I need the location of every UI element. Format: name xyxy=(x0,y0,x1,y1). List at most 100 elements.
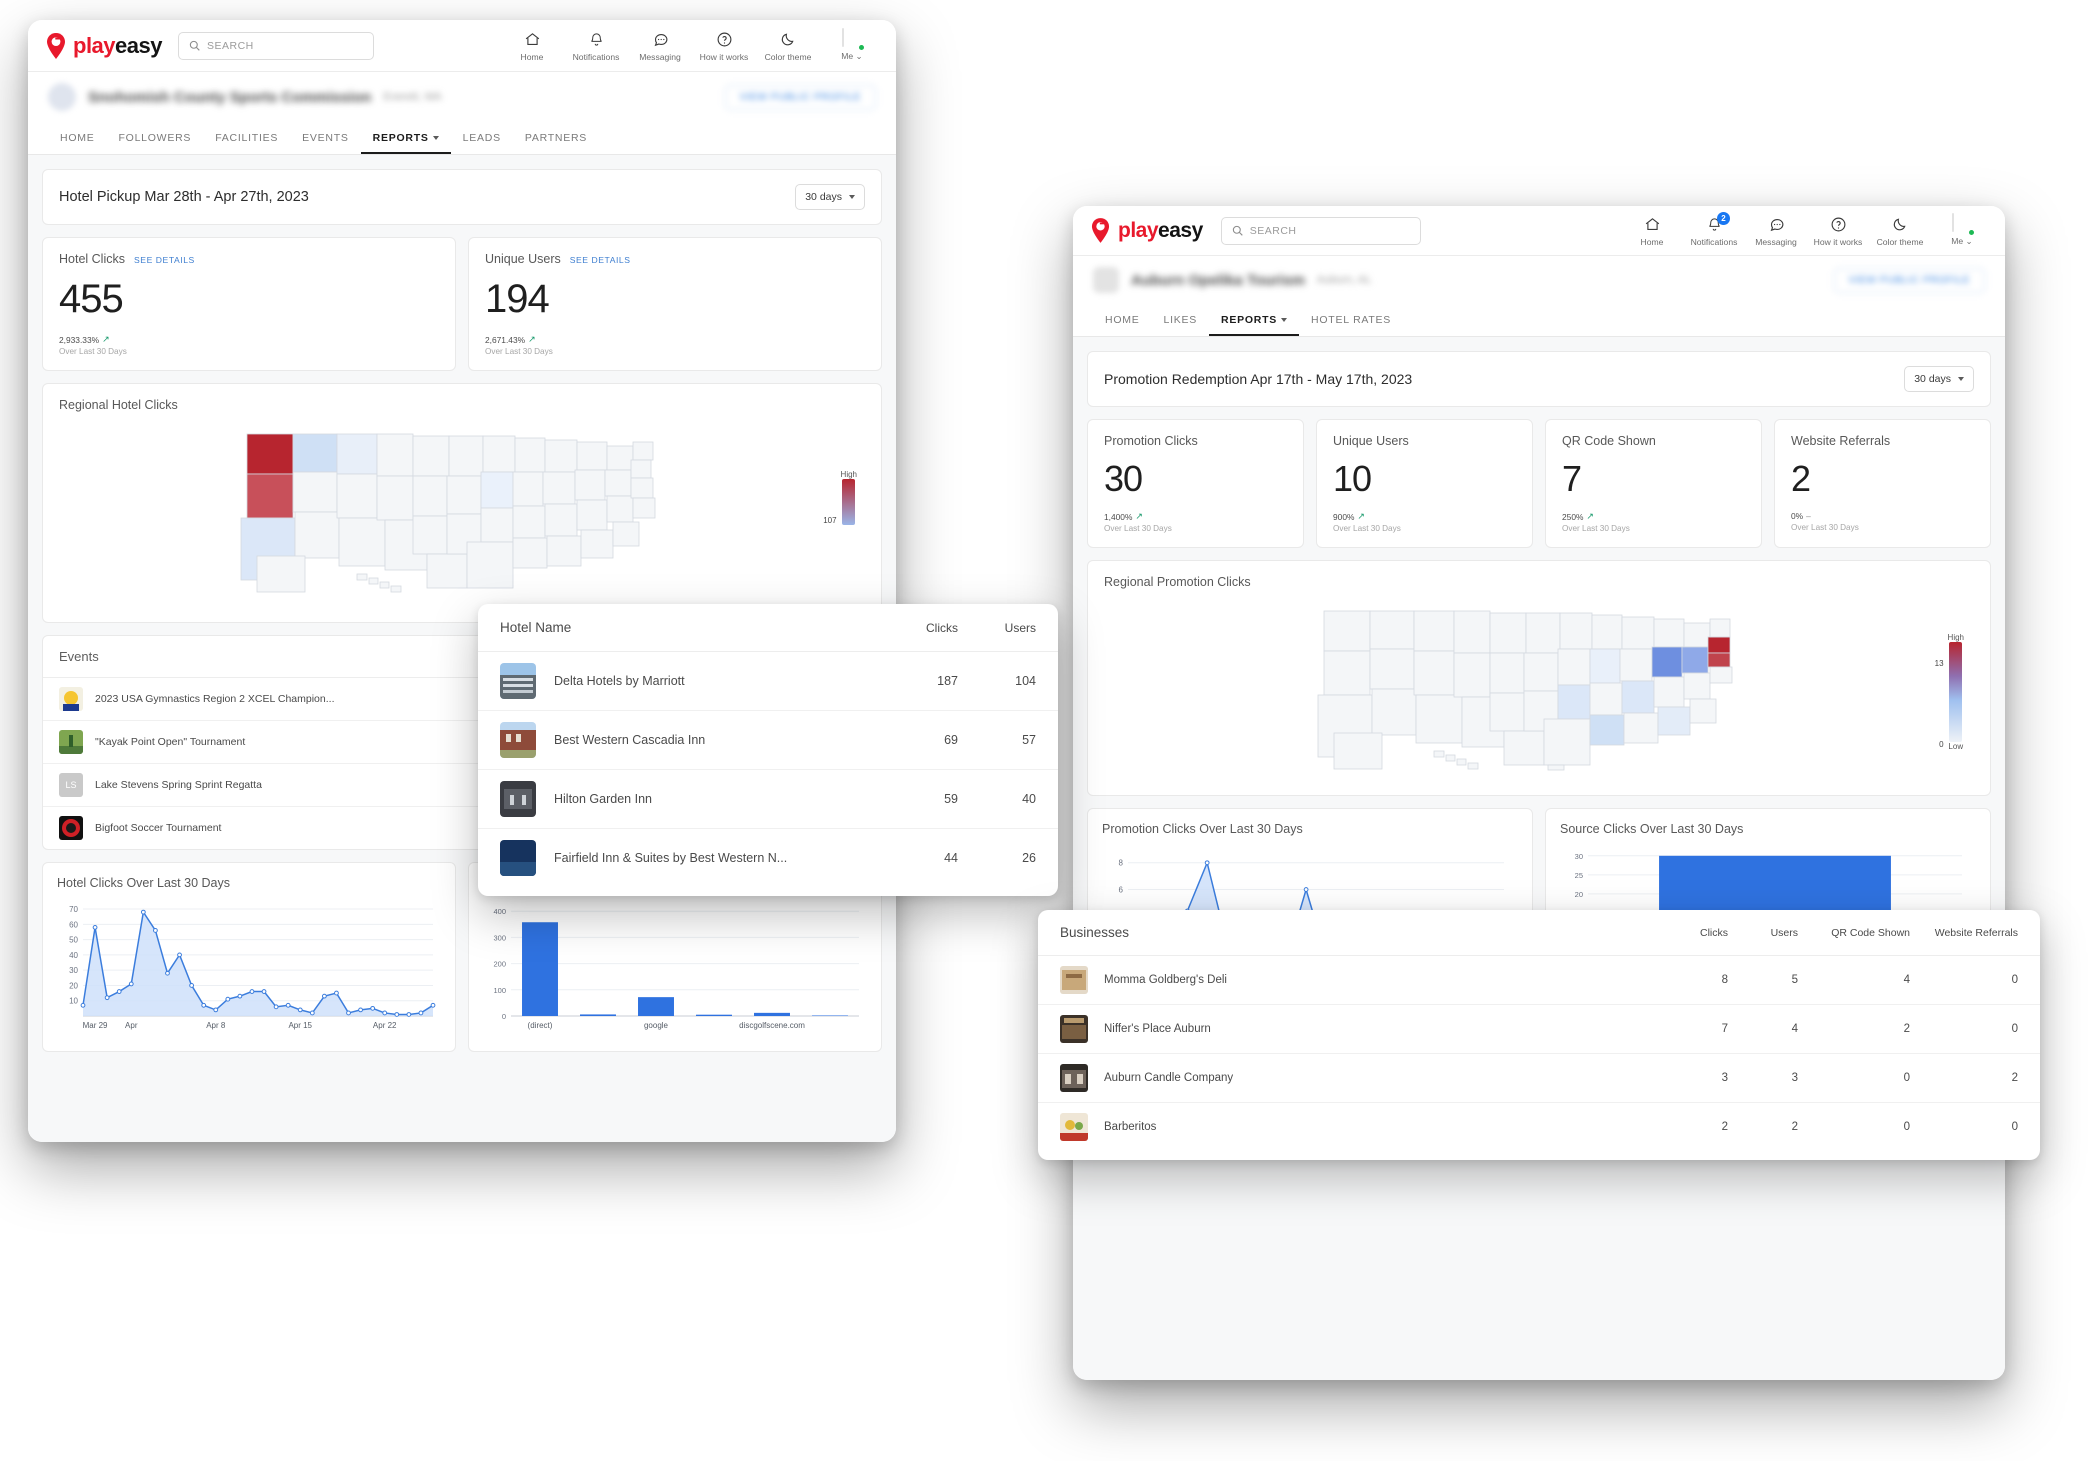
source-clicks-bar-chart[interactable]: 0 100 200 300 400 (direct) google discgolfscene… xyxy=(483,896,867,1043)
business-thumbnail xyxy=(1060,1113,1088,1141)
nav-how-it-works[interactable]: How it works xyxy=(1807,215,1869,247)
table-row[interactable]: Auburn Candle Company 3 3 0 2 xyxy=(1038,1054,2040,1103)
hotel-header-label: Hotel Name xyxy=(500,620,572,635)
tab-home[interactable]: HOME xyxy=(48,122,107,154)
stat-sub: Over Last 30 Days xyxy=(1104,524,1172,533)
hotel-clicks-chart-card: Hotel Clicks Over Last 30 Days 10 20 30 40 5… xyxy=(42,862,456,1052)
view-public-profile-button[interactable]: VIEW PUBLIC PROFILE xyxy=(724,84,876,110)
businesses-header-clicks: Clicks xyxy=(1700,926,1728,939)
nav-icons-1: Home Notifications Messaging How it work… xyxy=(500,27,884,62)
map-title-2: Regional Promotion Clicks xyxy=(1104,575,1251,589)
stat-name: Promotion Clicks xyxy=(1104,434,1198,448)
org-meta: Auburn, AL xyxy=(1316,274,1372,286)
bell-icon xyxy=(589,30,604,49)
nav-me[interactable]: Me ⌄ xyxy=(1931,212,1993,247)
tab-events[interactable]: EVENTS xyxy=(290,122,361,154)
arrow-up-icon: ↗ xyxy=(1135,511,1143,521)
us-map-1[interactable]: 107 High xyxy=(59,416,865,612)
search-input[interactable]: SEARCH xyxy=(177,31,374,60)
avatar-icon xyxy=(1952,212,1975,236)
nav-notifications[interactable]: Notifications xyxy=(564,30,628,62)
table-row[interactable]: Hilton Garden Inn 59 40 xyxy=(478,770,1058,829)
tab-hotel-rates[interactable]: HOTEL RATES xyxy=(1299,304,1403,336)
tab-leads[interactable]: LEADS xyxy=(451,122,513,154)
nav-messaging[interactable]: Messaging xyxy=(628,30,692,62)
nav-home[interactable]: Home xyxy=(500,30,564,62)
tab-facilities[interactable]: FACILITIES xyxy=(203,122,290,154)
nav-home[interactable]: Home xyxy=(1621,215,1683,247)
see-details-link[interactable]: SEE DETAILS xyxy=(570,255,631,265)
playeasy-logo[interactable]: playeasy xyxy=(1091,217,1203,244)
tab-likes[interactable]: LIKES xyxy=(1152,304,1210,336)
nav-color-theme[interactable]: Color theme xyxy=(756,30,820,62)
arrow-up-icon: ↗ xyxy=(1357,511,1365,521)
search-input[interactable]: SEARCH xyxy=(1220,216,1421,245)
table-row[interactable]: Barberitos 2 2 0 0 xyxy=(1038,1103,2040,1151)
nav-me[interactable]: Me ⌄ xyxy=(820,27,884,62)
stat-card-unique-users: Unique Users SEE DETAILS 194 2,671.43% ↗ O… xyxy=(468,237,882,371)
playeasy-logo[interactable]: playeasy xyxy=(46,32,162,59)
nav-icons-2: Home 2 Notifications Messaging How it wo… xyxy=(1621,212,1993,247)
report-title-bar-1: Hotel Pickup Mar 28th - Apr 27th, 2023 3… xyxy=(42,169,882,225)
date-range-selector-1[interactable]: 30 days xyxy=(795,184,865,210)
org-avatar xyxy=(1093,267,1119,293)
hotel-clicks-line-chart[interactable]: 10 20 30 40 50 60 70 Mar 29 Apr Apr 8 Apr 15 Apr 22 xyxy=(57,896,441,1043)
nav-messaging-label: Messaging xyxy=(1755,237,1797,247)
nav-me-label: Me ⌄ xyxy=(841,51,863,61)
moon-icon xyxy=(1892,215,1908,234)
stat-name: Hotel Clicks xyxy=(59,252,125,266)
section-tabs-1: HOME FOLLOWERS FACILITIES EVENTS REPORTS… xyxy=(28,122,896,155)
svg-text:10: 10 xyxy=(69,997,78,1006)
avatar-icon xyxy=(842,27,865,51)
business-users: 2 xyxy=(1791,1121,1798,1133)
business-qr: 2 xyxy=(1903,1023,1910,1035)
nav-messaging[interactable]: Messaging xyxy=(1745,215,1807,247)
nav-color-theme[interactable]: Color theme xyxy=(1869,215,1931,247)
hotel-header-users: Users xyxy=(1004,620,1036,635)
stat-card-unique-users: Unique Users 10 900% ↗ Over Last 30 Days xyxy=(1316,419,1533,548)
table-row[interactable]: Delta Hotels by Marriott 187 104 xyxy=(478,652,1058,711)
svg-text:Apr 22: Apr 22 xyxy=(373,1021,397,1030)
stat-value: 10 xyxy=(1333,458,1372,499)
table-row[interactable]: Best Western Cascadia Inn 69 57 xyxy=(478,711,1058,770)
tab-reports[interactable]: REPORTS xyxy=(361,122,451,154)
report-title-1: Hotel Pickup Mar 28th - Apr 27th, 2023 xyxy=(59,189,309,205)
svg-text:300: 300 xyxy=(493,933,506,942)
view-public-profile-button[interactable]: VIEW PUBLIC PROFILE xyxy=(1833,267,1985,293)
business-referrals: 0 xyxy=(2011,974,2018,986)
hotel-users: 104 xyxy=(1015,674,1036,688)
hotel-clicks: 44 xyxy=(944,851,958,865)
tab-followers[interactable]: FOLLOWERS xyxy=(107,122,204,154)
business-name: Auburn Candle Company xyxy=(1104,1072,1234,1084)
tab-home[interactable]: HOME xyxy=(1093,304,1152,336)
svg-text:100: 100 xyxy=(493,986,506,995)
stat-delta: 2,671.43% ↗ xyxy=(485,334,536,345)
nav-color-theme-label: Color theme xyxy=(764,52,812,62)
tab-partners[interactable]: PARTNERS xyxy=(513,122,599,154)
business-qr: 0 xyxy=(1903,1121,1910,1133)
us-map-2[interactable]: 13 0 High Low xyxy=(1104,593,1974,785)
svg-text:discgolfscene.com: discgolfscene.com xyxy=(739,1021,805,1030)
promotion-clicks-chart-title: Promotion Clicks Over Last 30 Days xyxy=(1102,822,1303,836)
stat-value: 2 xyxy=(1791,458,1811,499)
online-status-dot xyxy=(858,43,865,51)
table-row[interactable]: Fairfield Inn & Suites by Best Western N… xyxy=(478,829,1058,887)
nav-how-it-works[interactable]: How it works xyxy=(692,30,756,62)
date-range-selector-2[interactable]: 30 days xyxy=(1904,366,1974,392)
see-details-link[interactable]: SEE DETAILS xyxy=(134,255,195,265)
event-initials-avatar: LS xyxy=(59,773,83,797)
hotel-users: 57 xyxy=(1022,733,1036,747)
hotel-clicks: 69 xyxy=(944,733,958,747)
table-row[interactable]: Niffer's Place Auburn 7 4 2 0 xyxy=(1038,1005,2040,1054)
stat-value: 455 xyxy=(59,277,124,321)
svg-text:50: 50 xyxy=(69,936,78,945)
nav-notifications[interactable]: 2 Notifications xyxy=(1683,212,1745,247)
stat-value: 194 xyxy=(485,277,550,321)
hotel-thumbnail xyxy=(500,840,536,876)
nav-home-label: Home xyxy=(1640,237,1664,247)
stat-sub: Over Last 30 Days xyxy=(1562,524,1630,533)
tab-reports[interactable]: REPORTS xyxy=(1209,304,1299,336)
table-row[interactable]: Momma Goldberg's Deli 8 5 4 0 xyxy=(1038,956,2040,1005)
stat-name: Unique Users xyxy=(485,252,561,266)
svg-text:400: 400 xyxy=(493,907,506,916)
